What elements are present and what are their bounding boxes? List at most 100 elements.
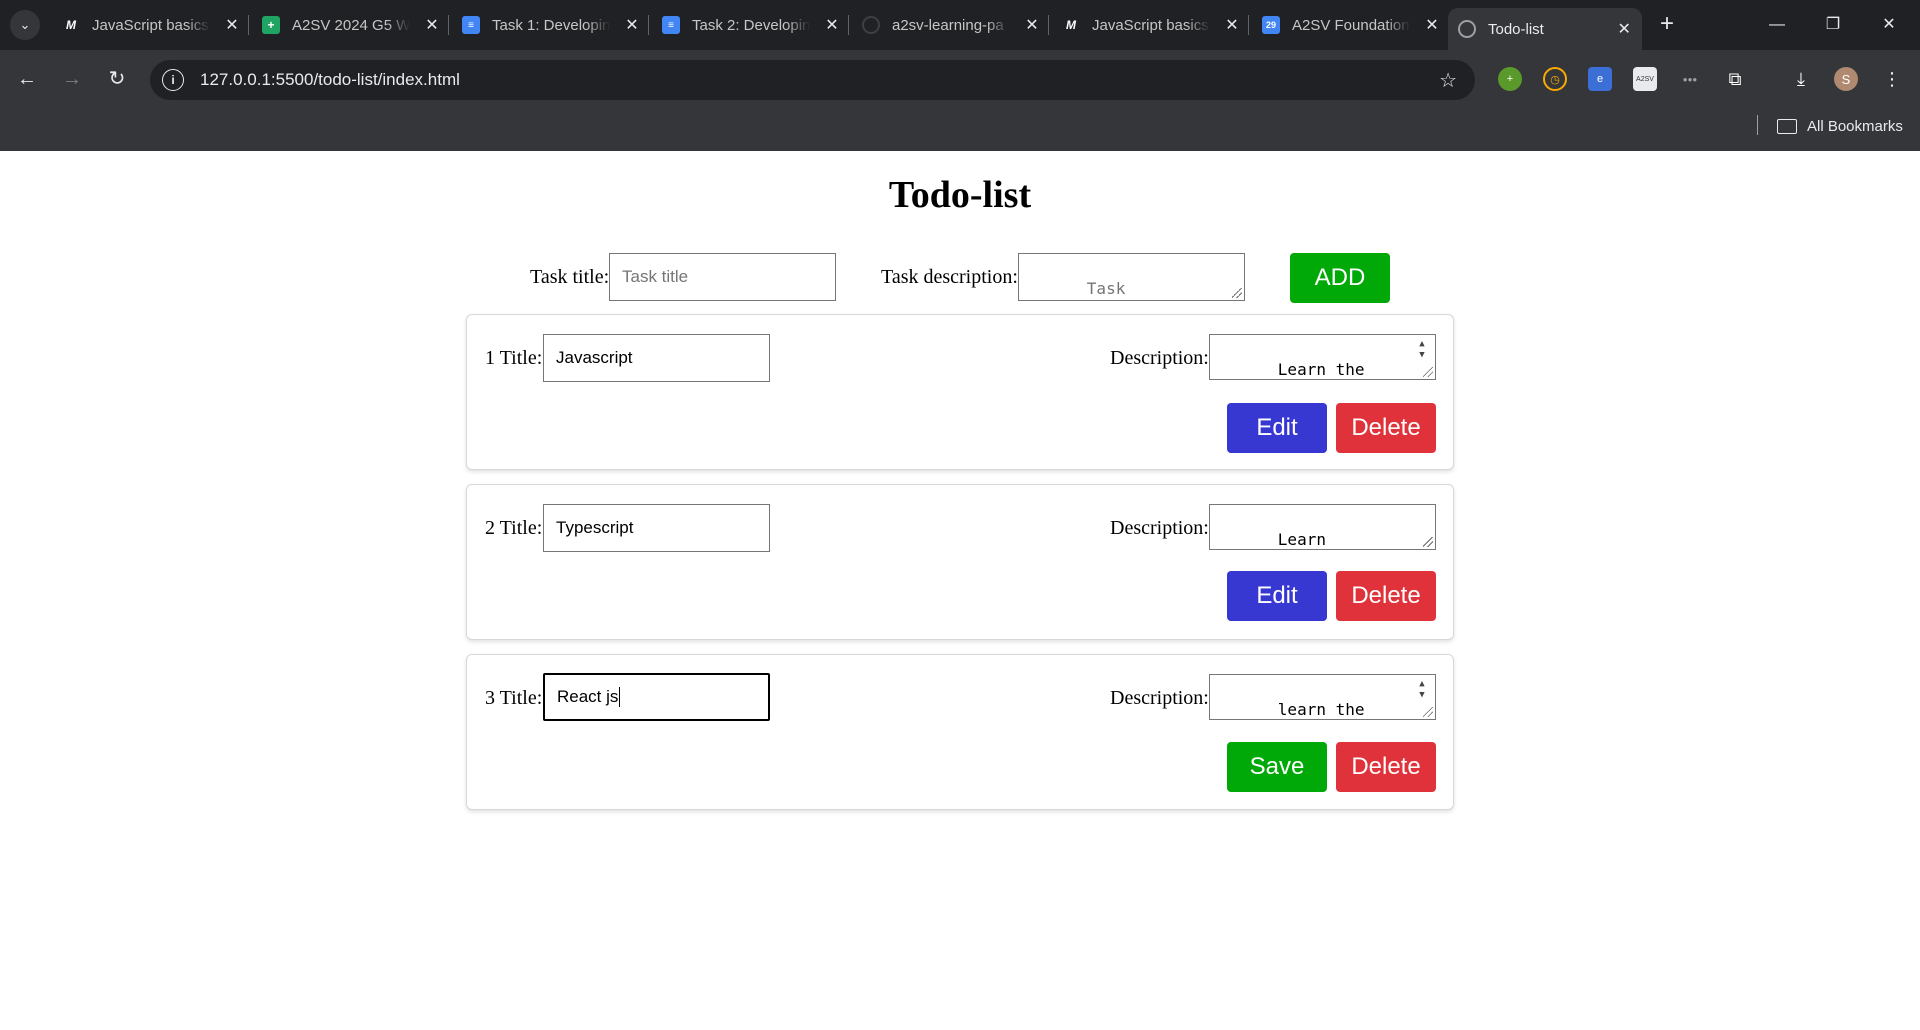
tab-label: JavaScript basics <box>92 16 209 34</box>
profile-avatar[interactable]: S <box>1834 67 1858 91</box>
close-icon[interactable]: ✕ <box>1224 15 1240 35</box>
task-title-field[interactable]: Typescript <box>543 504 770 552</box>
tab-separator <box>448 15 449 35</box>
tab-task-2[interactable]: ≡ Task 2: Developin ✕ <box>652 8 850 42</box>
sheets-icon: + <box>262 16 280 34</box>
task-title-input[interactable]: Task title <box>609 253 836 301</box>
address-bar[interactable]: i 127.0.0.1:5500/todo-list/index.html ☆ <box>150 60 1475 100</box>
task-card: 3 Title: React js Description: learn the… <box>466 654 1454 810</box>
back-button[interactable]: ← <box>10 62 44 96</box>
tab-label: JavaScript basics <box>1092 16 1209 34</box>
task-number-title-label: 2 Title: <box>485 517 543 539</box>
close-icon: ✕ <box>1882 16 1896 33</box>
tab-javascript-basics-1[interactable]: M JavaScript basics ✕ <box>52 8 250 42</box>
medium-icon: M <box>66 18 76 32</box>
resize-handle[interactable] <box>1423 707 1433 717</box>
task-description-label: Task description: <box>881 266 1018 288</box>
task-number-title-label: 1 Title: <box>485 347 543 369</box>
task-description-field[interactable]: Learn Typescript <box>1209 504 1436 550</box>
reload-icon: ↻ <box>108 68 126 90</box>
task-description-label: Description: <box>1110 687 1209 709</box>
minimize-button[interactable]: — <box>1754 10 1800 40</box>
all-bookmarks-button[interactable]: All Bookmarks <box>1777 114 1903 138</box>
task-card: 2 Title: Typescript Description: Learn T… <box>466 484 1454 640</box>
plus-icon: + <box>1659 10 1674 37</box>
tab-javascript-basics-2[interactable]: M JavaScript basics ✕ <box>1052 8 1250 42</box>
edit-button[interactable]: Edit <box>1227 403 1327 453</box>
restore-button[interactable]: ❐ <box>1810 10 1856 40</box>
task-title-label: Task title: <box>530 266 610 288</box>
timer-extension-icon[interactable]: ◷ <box>1543 67 1567 91</box>
download-icon[interactable]: ⤓ <box>1789 67 1813 91</box>
task-title-field[interactable]: Javascript <box>543 334 770 382</box>
docs-icon: ≡ <box>462 16 480 34</box>
resize-handle[interactable] <box>1232 288 1242 298</box>
delete-button[interactable]: Delete <box>1336 742 1436 792</box>
forward-button[interactable]: → <box>55 62 89 96</box>
reload-button[interactable]: ↻ <box>100 62 134 96</box>
delete-button[interactable]: Delete <box>1336 403 1436 453</box>
browser-toolbar: ← → ↻ i 127.0.0.1:5500/todo-list/index.h… <box>0 50 1920 158</box>
tab-separator <box>248 15 249 35</box>
minimize-icon: — <box>1769 16 1785 33</box>
task-description-label: Description: <box>1110 347 1209 369</box>
extension-icon[interactable]: ●●● <box>1678 67 1702 91</box>
close-icon[interactable]: ✕ <box>424 15 440 35</box>
resize-handle[interactable] <box>1423 367 1433 377</box>
tab-label: Task 1: Developin <box>492 16 610 34</box>
task-description-field[interactable]: Learn the basics of javascript ▲▼ <box>1209 334 1436 380</box>
task-description-label: Description: <box>1110 517 1209 539</box>
globe-icon <box>1458 20 1476 38</box>
tab-separator <box>848 15 849 35</box>
close-icon[interactable]: ✕ <box>624 15 640 35</box>
edit-button[interactable]: Edit <box>1227 571 1327 621</box>
save-button[interactable]: Save <box>1227 742 1327 792</box>
puzzle-icon[interactable]: ⧉ <box>1723 67 1747 91</box>
medium-icon: M <box>1066 18 1076 32</box>
task-number-title-label: 3 Title: <box>485 687 543 709</box>
info-icon[interactable]: i <box>162 69 184 91</box>
close-icon[interactable]: ✕ <box>224 15 240 35</box>
close-icon[interactable]: ✕ <box>1024 15 1040 35</box>
task-description-field[interactable]: learn the basics of react js ▲▼ <box>1209 674 1436 720</box>
tab-label: A2SV Foundation <box>1292 16 1410 34</box>
close-icon[interactable]: ✕ <box>824 15 840 35</box>
scroll-arrows-icon[interactable]: ▲ ▼ <box>1417 339 1427 361</box>
tab-a2sv-learning[interactable]: a2sv-learning-pa ✕ <box>852 8 1050 42</box>
docs-icon: ≡ <box>662 16 680 34</box>
tab-a2sv-2024[interactable]: + A2SV 2024 G5 W ✕ <box>252 8 450 42</box>
new-tab-button[interactable]: + <box>1652 10 1682 40</box>
add-task-form: Task title: Task title Task description:… <box>0 253 1920 303</box>
task-title-field[interactable]: React js <box>543 673 770 721</box>
add-button[interactable]: ADD <box>1290 253 1390 303</box>
arrow-left-icon: ← <box>17 68 37 90</box>
close-window-button[interactable]: ✕ <box>1866 10 1912 40</box>
menu-icon[interactable]: ⋮ <box>1880 67 1904 91</box>
tab-separator <box>1048 15 1049 35</box>
tab-a2sv-foundation[interactable]: 29 A2SV Foundation ✕ <box>1252 8 1450 42</box>
calendar-icon: 29 <box>1262 16 1280 34</box>
tab-label: A2SV 2024 G5 W <box>292 16 410 34</box>
reader-extension-icon[interactable]: e <box>1588 67 1612 91</box>
a2sv-extension-icon[interactable]: A2SV <box>1633 67 1657 91</box>
tab-separator <box>648 15 649 35</box>
tab-label: Todo-list <box>1488 20 1544 38</box>
tab-label: Task 2: Developin <box>692 16 810 34</box>
github-icon <box>862 16 880 34</box>
task-description-input[interactable]: Task description... <box>1018 253 1245 301</box>
resize-handle[interactable] <box>1423 537 1433 547</box>
tab-search-button[interactable]: ⌄ <box>10 10 40 40</box>
close-icon[interactable]: ✕ <box>1424 15 1440 35</box>
tab-label: a2sv-learning-pa <box>892 16 1004 34</box>
scroll-arrows-icon[interactable]: ▲ ▼ <box>1417 679 1427 701</box>
url-text: 127.0.0.1:5500/todo-list/index.html <box>200 70 460 89</box>
arrow-right-icon: → <box>62 68 82 90</box>
tab-task-1[interactable]: ≡ Task 1: Developin ✕ <box>452 8 650 42</box>
tab-todo-list[interactable]: Todo-list ✕ <box>1448 8 1642 50</box>
delete-button[interactable]: Delete <box>1336 571 1436 621</box>
extension-plus-icon[interactable]: + <box>1498 67 1522 91</box>
task-card: 1 Title: Javascript Description: Learn t… <box>466 314 1454 470</box>
close-icon[interactable]: ✕ <box>1616 19 1632 39</box>
tab-separator <box>1248 15 1249 35</box>
star-icon[interactable]: ☆ <box>1439 68 1457 93</box>
